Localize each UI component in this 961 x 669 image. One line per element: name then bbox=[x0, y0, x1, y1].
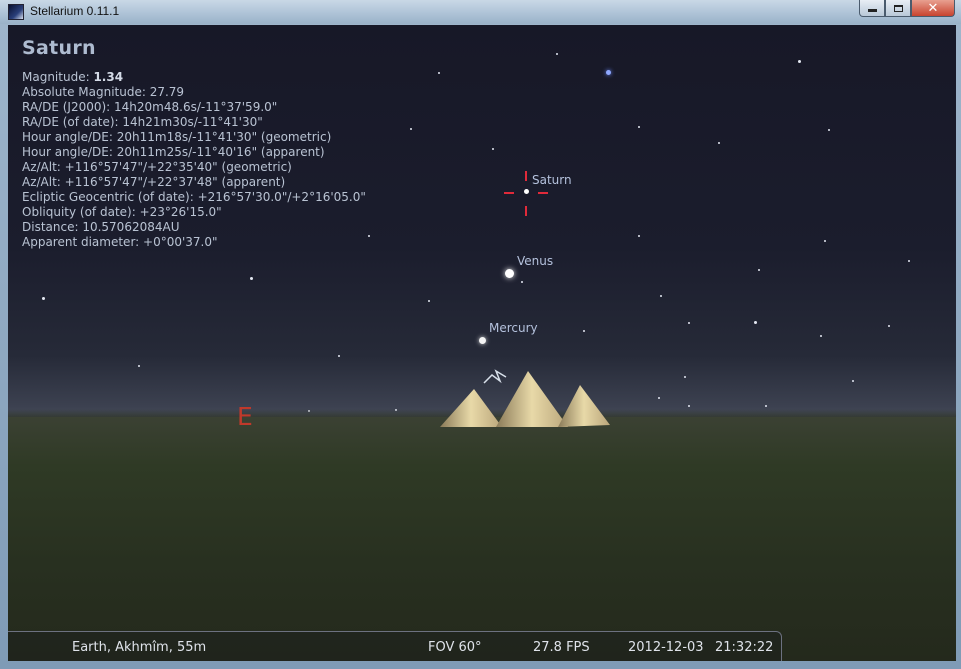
date-status: 2012-12-03 bbox=[628, 640, 704, 655]
star bbox=[42, 297, 45, 300]
star bbox=[852, 380, 854, 382]
venus-planet[interactable] bbox=[505, 269, 514, 278]
cardinal-east-label: E bbox=[237, 402, 253, 431]
stellarium-app-icon bbox=[8, 4, 24, 20]
star bbox=[556, 53, 558, 55]
star bbox=[606, 70, 611, 75]
info-line: Hour angle/DE: 20h11m25s/-11°40'16" (app… bbox=[22, 145, 325, 159]
pyramid-left bbox=[440, 389, 502, 427]
star bbox=[250, 277, 253, 280]
star bbox=[438, 72, 440, 74]
pyramids-landscape bbox=[440, 369, 610, 427]
object-info-panel: Saturn Magnitude: 1.34 Absolute Magnitud… bbox=[22, 37, 366, 250]
maximize-icon bbox=[893, 4, 903, 12]
star bbox=[684, 376, 686, 378]
star bbox=[660, 295, 662, 297]
fov-status: FOV 60° bbox=[428, 640, 482, 655]
saturn-label: Saturn bbox=[532, 173, 572, 187]
info-line: Distance: 10.57062084AU bbox=[22, 220, 180, 234]
star bbox=[824, 240, 826, 242]
status-bar: Earth, Akhmîm, 55m FOV 60° 27.8 FPS 2012… bbox=[8, 631, 782, 661]
close-icon: ✕ bbox=[927, 0, 939, 16]
star bbox=[492, 148, 494, 150]
fps-status: 27.8 FPS bbox=[533, 640, 590, 655]
object-name: Saturn bbox=[22, 37, 96, 59]
star bbox=[798, 60, 801, 63]
star bbox=[521, 281, 523, 283]
info-line: Az/Alt: +116°57'47"/+22°35'40" (geometri… bbox=[22, 160, 292, 174]
minimize-button[interactable] bbox=[859, 0, 885, 17]
info-line: Hour angle/DE: 20h11m18s/-11°41'30" (geo… bbox=[22, 130, 332, 144]
info-line: Absolute Magnitude: 27.79 bbox=[22, 85, 185, 99]
star bbox=[820, 335, 822, 337]
magnitude-label: Magnitude: bbox=[22, 70, 90, 84]
star bbox=[638, 126, 640, 128]
star bbox=[658, 397, 660, 399]
maximize-button[interactable] bbox=[885, 0, 911, 17]
mercury-planet[interactable] bbox=[479, 337, 486, 344]
star bbox=[138, 365, 140, 367]
info-line: Ecliptic Geocentric (of date): +216°57'3… bbox=[22, 190, 366, 204]
info-line: Az/Alt: +116°57'47"/+22°37'48" (apparent… bbox=[22, 175, 286, 189]
star bbox=[410, 128, 412, 130]
minimize-icon bbox=[867, 9, 877, 12]
star bbox=[583, 330, 585, 332]
title-bar[interactable]: Stellarium 0.11.1 ✕ bbox=[0, 0, 961, 24]
star bbox=[638, 235, 640, 237]
star bbox=[754, 321, 757, 324]
sky-view[interactable]: Saturn Venus Mercury E Saturn Magnitude:… bbox=[8, 25, 956, 661]
pyramid-lights bbox=[483, 369, 507, 384]
star bbox=[828, 129, 830, 131]
info-line: RA/DE (of date): 14h21m30s/-11°41'30" bbox=[22, 115, 263, 129]
star bbox=[368, 235, 370, 237]
info-line: Apparent diameter: +0°00'37.0" bbox=[22, 235, 218, 249]
star bbox=[888, 325, 890, 327]
close-button[interactable]: ✕ bbox=[911, 0, 955, 17]
location-status: Earth, Akhmîm, 55m bbox=[72, 640, 207, 655]
mercury-label: Mercury bbox=[489, 321, 538, 335]
star bbox=[338, 355, 340, 357]
info-line-magnitude: Magnitude: 1.34 bbox=[22, 70, 366, 85]
star bbox=[688, 405, 690, 407]
info-line: RA/DE (J2000): 14h20m48.6s/-11°37'59.0" bbox=[22, 100, 278, 114]
stellarium-window: Stellarium 0.11.1 ✕ Saturn Venus Mercury… bbox=[0, 0, 961, 669]
magnitude-value: 1.34 bbox=[93, 70, 124, 84]
window-controls: ✕ bbox=[859, 0, 955, 18]
pyramid-center bbox=[496, 371, 568, 427]
star bbox=[908, 260, 910, 262]
star bbox=[765, 405, 767, 407]
star bbox=[688, 322, 690, 324]
star bbox=[718, 142, 720, 144]
window-title: Stellarium 0.11.1 bbox=[30, 4, 120, 18]
info-line: Obliquity (of date): +23°26'15.0" bbox=[22, 205, 222, 219]
landscape-ground bbox=[8, 417, 956, 661]
time-status: 21:32:22 bbox=[715, 640, 774, 655]
venus-label: Venus bbox=[517, 254, 554, 268]
pyramid-right bbox=[558, 385, 610, 427]
star bbox=[428, 300, 430, 302]
star bbox=[758, 269, 760, 271]
